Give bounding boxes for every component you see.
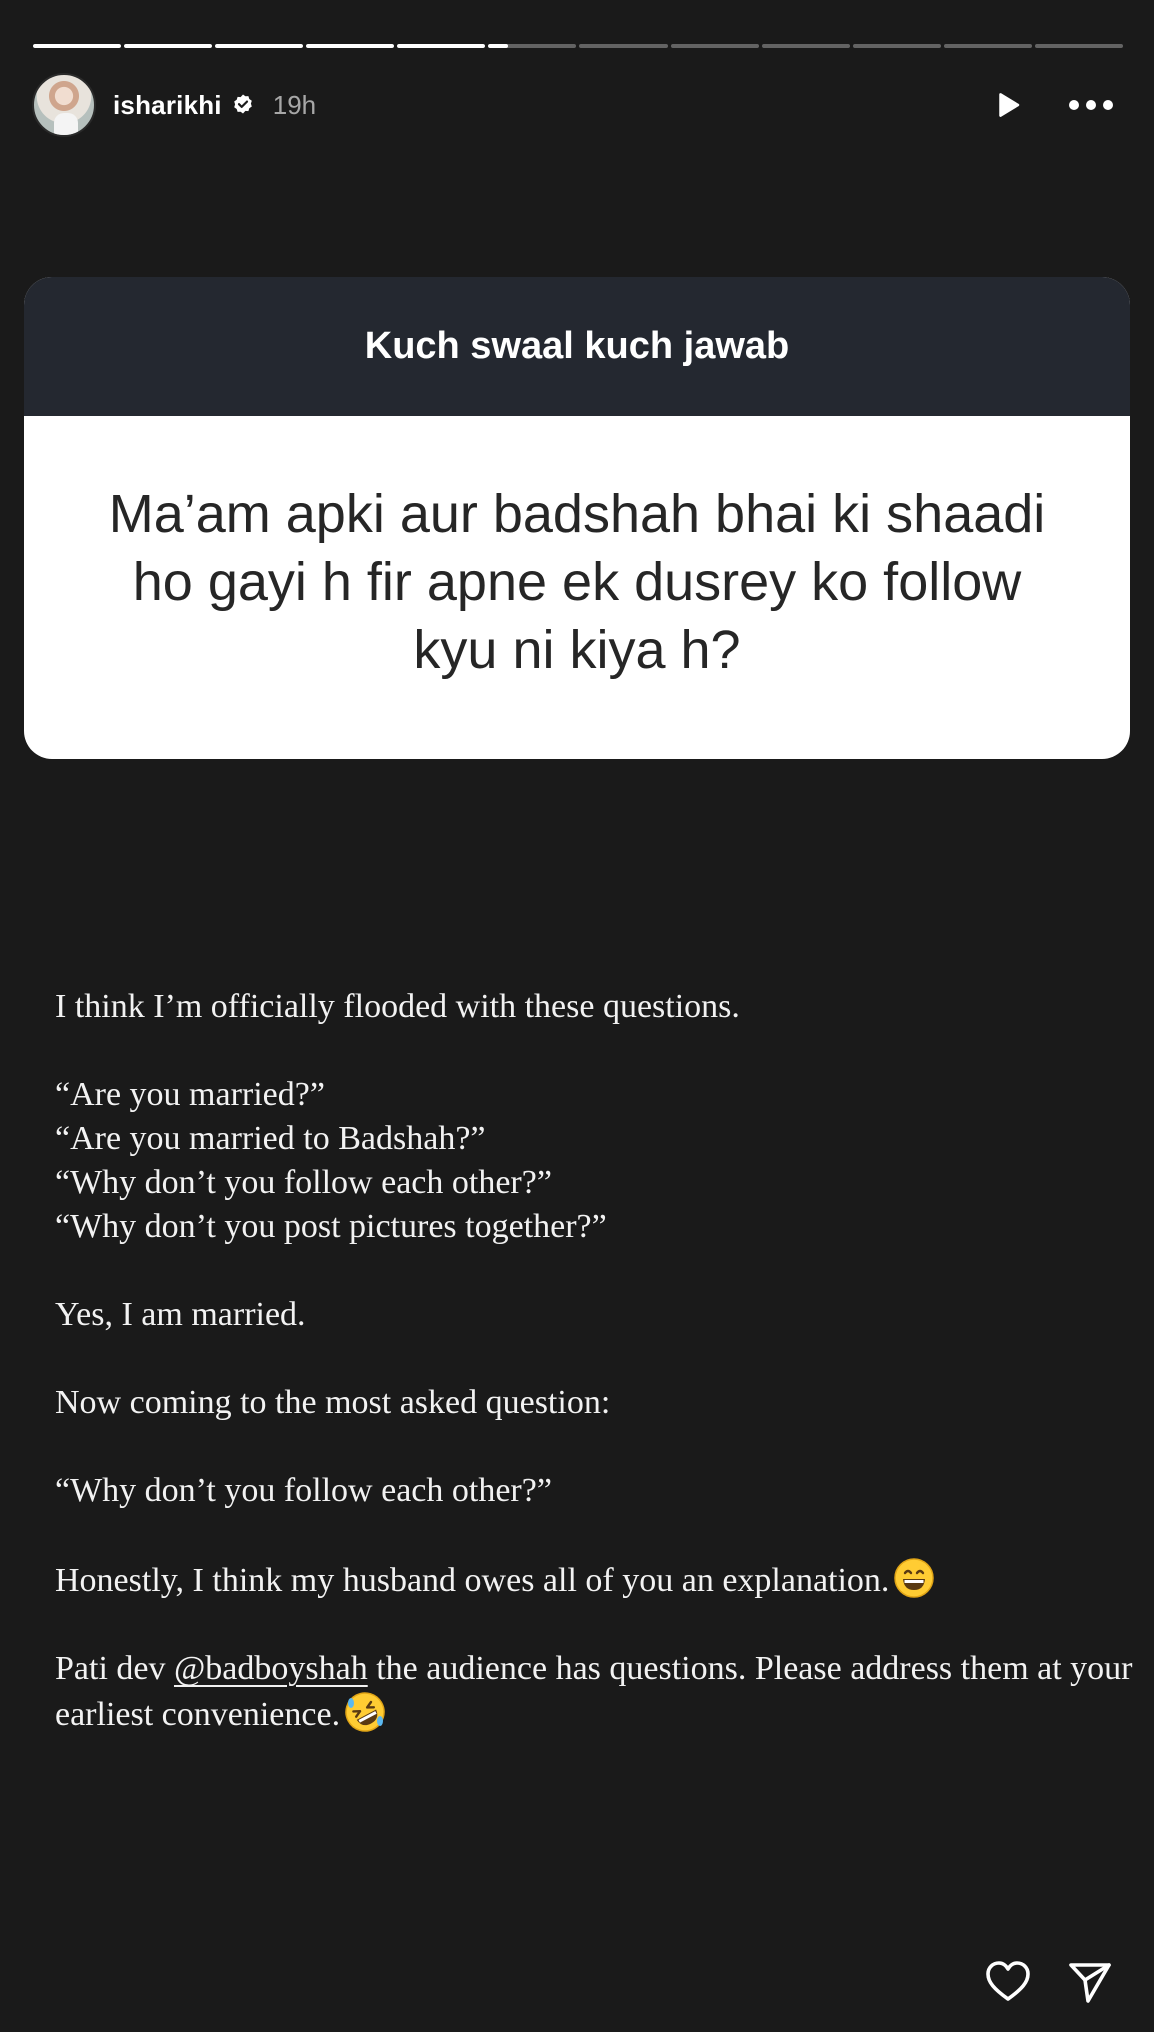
progress-segment-fill [215, 44, 304, 48]
progress-segment [943, 44, 1032, 48]
progress-segment [397, 44, 486, 48]
question-sticker-body: Ma’am apki aur badshah bhai ki shaadi ho… [24, 416, 1130, 759]
progress-segment [215, 44, 304, 48]
progress-segment [124, 44, 213, 48]
answer-text-block: I think I’m officially flooded with thes… [55, 985, 1135, 1737]
progress-segment-fill [488, 44, 508, 48]
quoted-question: “Are you married to Badshah?” [55, 1120, 486, 1157]
answer-line: Yes, I am married. [55, 1296, 306, 1333]
verified-badge-icon [231, 93, 255, 117]
progress-segment-fill [397, 44, 486, 48]
profile-avatar[interactable] [32, 73, 96, 137]
quoted-question: “Why don’t you follow each other?” [55, 1472, 552, 1509]
progress-segment [761, 44, 850, 48]
send-icon[interactable] [1064, 1956, 1116, 2008]
progress-segment [33, 44, 122, 48]
story-header: isharikhi 19h [32, 72, 1122, 138]
question-text: Ma’am apki aur badshah bhai ki shaadi ho… [108, 483, 1046, 680]
answer-line: Pati dev @badboyshah the audience has qu… [55, 1647, 1135, 1737]
answer-line-text: Honestly, I think my husband owes all of… [55, 1562, 890, 1599]
quoted-question: “Why don’t you post pictures together?” [55, 1208, 607, 1245]
answer-line: I think I’m officially flooded with thes… [55, 988, 740, 1025]
question-sticker[interactable]: Kuch swaal kuch jawab Ma’am apki aur bad… [24, 277, 1130, 759]
answer-line: Honestly, I think my husband owes all of… [55, 1557, 1135, 1603]
more-options-icon[interactable] [1068, 87, 1114, 123]
grinning-face-emoji-icon [893, 1557, 935, 1599]
progress-segment-fill [306, 44, 395, 48]
progress-segment [488, 44, 577, 48]
story-viewer[interactable]: isharikhi 19h Kuch swaal kuch jawab Ma’a… [0, 0, 1154, 2032]
story-progress-bar [33, 44, 1123, 48]
play-icon[interactable] [990, 87, 1026, 123]
heart-icon[interactable] [982, 1956, 1034, 2008]
progress-segment-fill [33, 44, 122, 48]
rolling-laughing-emoji-icon [344, 1691, 386, 1733]
progress-segment-fill [124, 44, 213, 48]
progress-segment [670, 44, 759, 48]
username[interactable]: isharikhi [113, 90, 222, 121]
progress-segment [579, 44, 668, 48]
story-actions [982, 1956, 1116, 2008]
progress-segment [306, 44, 395, 48]
post-time: 19h [272, 89, 317, 120]
answer-line: Now coming to the most asked question: [55, 1384, 611, 1421]
question-sticker-title: Kuch swaal kuch jawab [24, 277, 1130, 416]
answer-line-text: Pati dev [55, 1650, 174, 1687]
quoted-question: “Are you married?” [55, 1076, 325, 1113]
mention-link[interactable]: @badboyshah [174, 1650, 368, 1687]
progress-segment [1034, 44, 1123, 48]
quoted-question: “Why don’t you follow each other?” [55, 1164, 552, 1201]
progress-segment [852, 44, 941, 48]
